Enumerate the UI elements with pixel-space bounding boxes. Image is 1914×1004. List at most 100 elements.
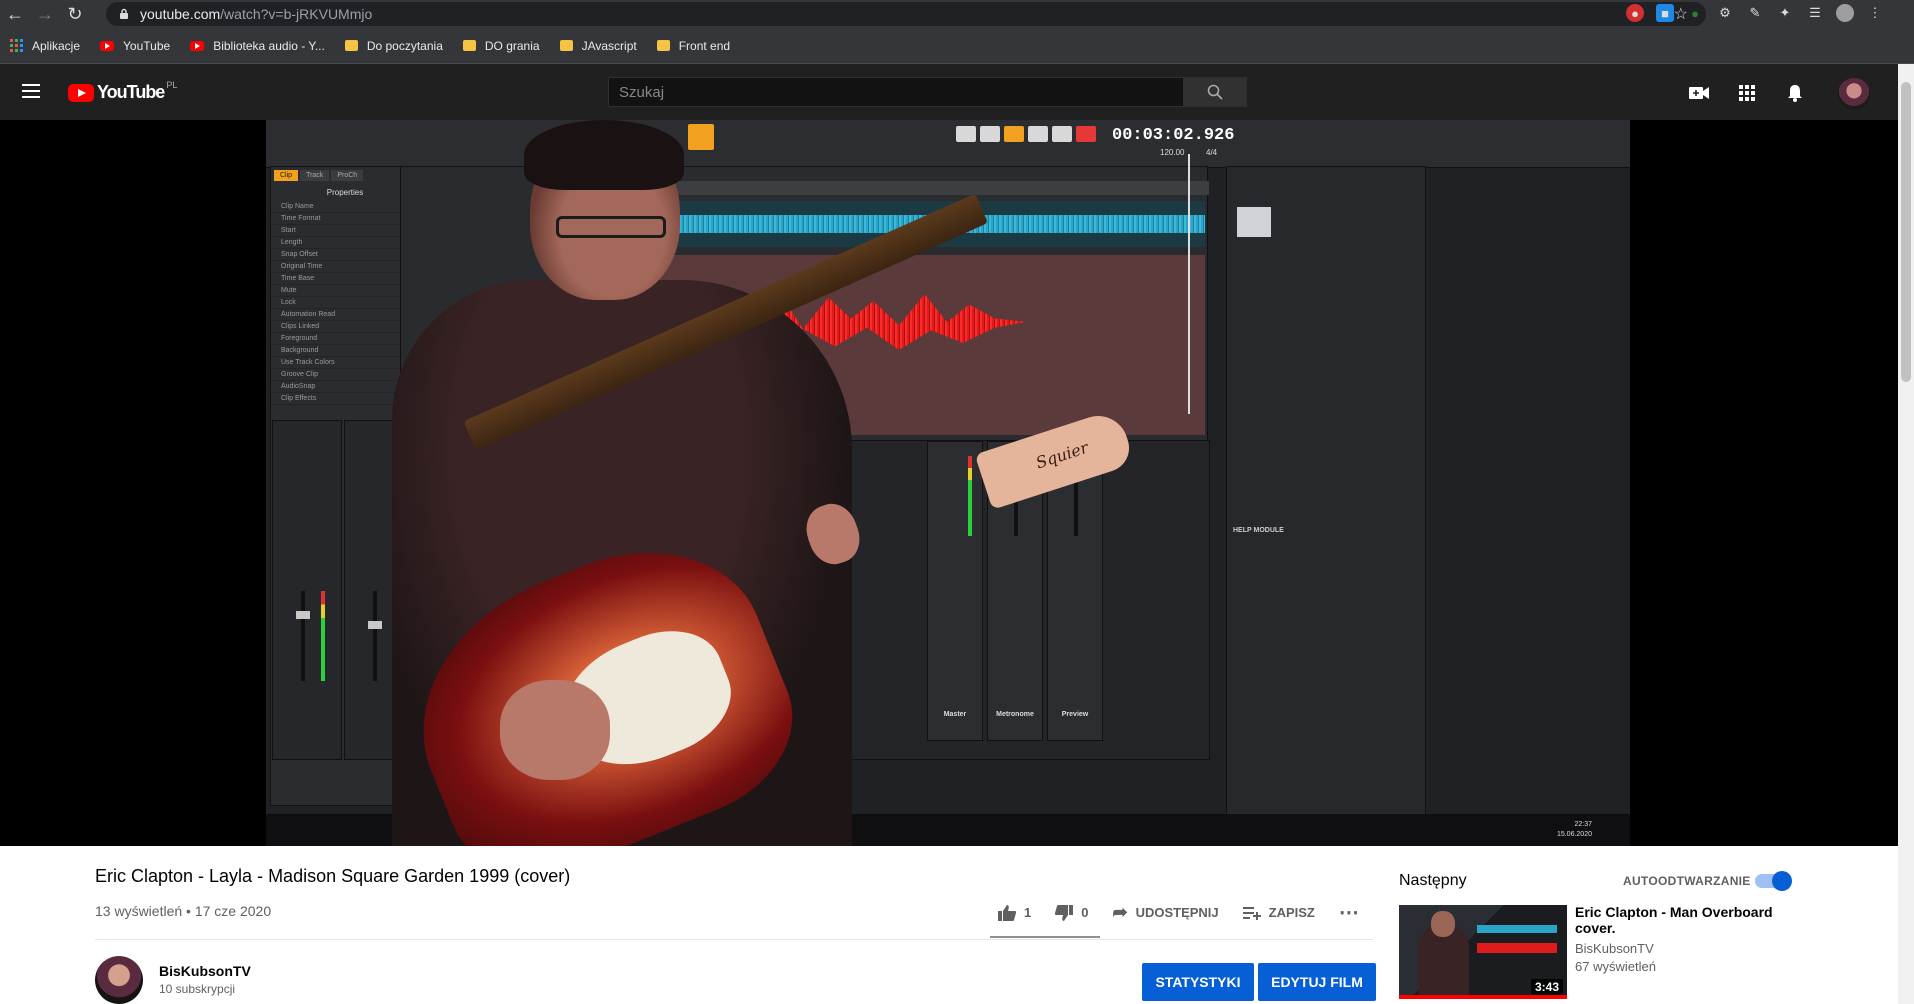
search-icon: [1207, 84, 1223, 100]
thumbnail-performer-head: [1431, 911, 1455, 937]
account-avatar[interactable]: [1838, 78, 1870, 110]
daw-tempo: 120.00: [1160, 148, 1185, 157]
daw-time-display: 00:03:02.926: [1112, 126, 1235, 145]
video-title: Eric Clapton - Layla - Madison Square Ga…: [95, 866, 571, 886]
notifications-bell-icon[interactable]: [1784, 82, 1806, 104]
thumbs-up-icon: [998, 904, 1016, 921]
apps-grid-icon[interactable]: [1736, 82, 1758, 104]
strumming-hand: [500, 680, 610, 780]
youtube-masthead: YouTube PL Szukaj: [0, 64, 1898, 120]
channel-name[interactable]: BisKubsonTV: [159, 963, 251, 979]
next-video-thumbnail[interactable]: 3:43: [1399, 905, 1567, 999]
youtube-play-icon: [68, 83, 94, 102]
add-to-playlist-icon: [1242, 906, 1261, 920]
forward-arrow-icon[interactable]: →: [30, 0, 60, 28]
save-label: ZAPISZ: [1268, 905, 1315, 920]
search-placeholder: Szukaj: [619, 83, 665, 101]
save-button[interactable]: ZAPISZ: [1242, 905, 1315, 920]
play-icon: [1004, 126, 1024, 142]
headstock-brand: Squier: [1033, 437, 1091, 473]
thumbnail-red-waveform: [1477, 943, 1557, 953]
bus-label: Master: [943, 711, 967, 718]
page-scrollbar[interactable]: [1898, 64, 1914, 1004]
tab-clip: Clip: [274, 170, 299, 181]
next-video-title[interactable]: Eric Clapton - Man Overboard cover.: [1575, 904, 1775, 936]
autoplay-toggle-knob[interactable]: [1772, 871, 1792, 891]
daw-playhead: [1188, 154, 1190, 414]
create-video-icon[interactable]: [1688, 82, 1710, 104]
fader-track: [301, 591, 305, 681]
fader-cap: [368, 621, 382, 629]
clock-time: 22:37: [1574, 821, 1592, 828]
extension-adblock-icon[interactable]: ●: [1626, 4, 1644, 22]
url-text: youtube.com/watch?v=b-jRKVUMmjo: [140, 6, 373, 22]
fader-cap: [296, 611, 310, 619]
album-art-icon: [1237, 207, 1271, 237]
edit-video-button[interactable]: EDYTUJ FILM: [1258, 963, 1376, 1001]
extension-screenshot-icon[interactable]: ■: [1656, 4, 1674, 22]
pause-icon: [1028, 126, 1048, 142]
search-button[interactable]: [1183, 77, 1247, 107]
bookmark-label: DO grania: [484, 38, 540, 53]
bus-master: Master: [927, 441, 983, 741]
like-button[interactable]: 1: [998, 904, 1032, 921]
video-player[interactable]: 00:03:02.926 120.00 4/4 Clip Track ProCh…: [0, 120, 1898, 846]
share-label: UDOSTĘPNIJ: [1135, 905, 1219, 920]
dislike-count: 0: [1081, 905, 1089, 920]
up-next-heading: Następny: [1399, 872, 1467, 889]
like-count: 1: [1024, 905, 1032, 920]
dislike-button[interactable]: 0: [1055, 904, 1089, 921]
sentiment-bar: [990, 936, 1100, 938]
bookmark-do-grania[interactable]: DO grania: [462, 38, 540, 53]
profile-avatar-icon[interactable]: [1836, 4, 1854, 22]
extension-gear-icon[interactable]: ⚙: [1716, 4, 1734, 22]
video-actions: 1 0 ➦ UDOSTĘPNIJ ZAPISZ ⋯: [998, 900, 1392, 925]
tab-track: Track: [300, 170, 330, 181]
folder-icon: [559, 40, 573, 51]
channel-avatar[interactable]: [95, 956, 143, 1004]
bookmark-javascript[interactable]: JAvascript: [559, 38, 637, 53]
folder-icon: [462, 40, 476, 51]
bookmark-do-poczytania[interactable]: Do poczytania: [344, 38, 443, 53]
bookmark-apps[interactable]: Aplikacje: [10, 39, 80, 53]
video-meta: 13 wyświetleń • 17 cze 2020: [95, 903, 272, 919]
bookmark-label: Do poczytania: [366, 38, 443, 53]
clock-date: 15.06.2020: [1556, 831, 1592, 838]
tab-proch: ProCh: [331, 170, 364, 181]
back-arrow-icon[interactable]: ←: [0, 0, 30, 28]
taskbar-clock: 22:37 15.06.2020: [1557, 820, 1592, 840]
menu-dots-icon[interactable]: ⋮: [1866, 4, 1884, 22]
bookmark-label: Biblioteka audio - Y...: [213, 38, 325, 53]
bookmark-label: Front end: [678, 38, 731, 53]
bookmark-label: JAvascript: [581, 38, 637, 53]
video-duration: 3:43: [1530, 979, 1563, 995]
reload-icon[interactable]: ↻: [60, 0, 90, 28]
more-horizontal-icon: ⋯: [1338, 902, 1360, 924]
youtube-icon: [100, 40, 115, 51]
extension-green-icon[interactable]: ●: [1686, 4, 1704, 22]
address-bar[interactable]: youtube.com/watch?v=b-jRKVUMmjo ☆: [106, 2, 1706, 26]
daw-meter: 4/4: [1206, 148, 1218, 157]
thumbnail-blue-waveform: [1477, 925, 1557, 933]
performer-glasses: [556, 216, 666, 238]
fader-track: [373, 591, 377, 681]
bookmark-front-end[interactable]: Front end: [656, 38, 731, 53]
statistics-button[interactable]: STATYSTYKI: [1142, 963, 1254, 1001]
logo-country-code: PL: [166, 79, 178, 90]
more-actions-button[interactable]: ⋯: [1339, 900, 1368, 925]
level-meter: [321, 591, 325, 681]
bookmark-youtube[interactable]: YouTube: [100, 39, 170, 53]
share-button[interactable]: ➦ UDOSTĘPNIJ: [1112, 902, 1218, 923]
youtube-logo[interactable]: YouTube PL: [68, 79, 178, 103]
next-video-views: 67 wyświetleń: [1575, 959, 1656, 974]
scrollbar-thumb[interactable]: [1901, 82, 1911, 382]
extension-pen-icon[interactable]: ✎: [1746, 4, 1764, 22]
hamburger-menu-icon[interactable]: [22, 84, 40, 98]
extensions-puzzle-icon[interactable]: ✦: [1776, 4, 1794, 22]
reading-list-icon[interactable]: ☰: [1806, 4, 1824, 22]
apps-grid-icon: [10, 39, 23, 52]
bookmarks-bar: Aplikacje YouTube Biblioteka audio - Y..…: [0, 28, 1914, 64]
search-input[interactable]: Szukaj: [608, 77, 1184, 107]
share-arrow-icon: ➦: [1112, 902, 1128, 922]
bookmark-audio-library[interactable]: Biblioteka audio - Y...: [190, 39, 325, 53]
